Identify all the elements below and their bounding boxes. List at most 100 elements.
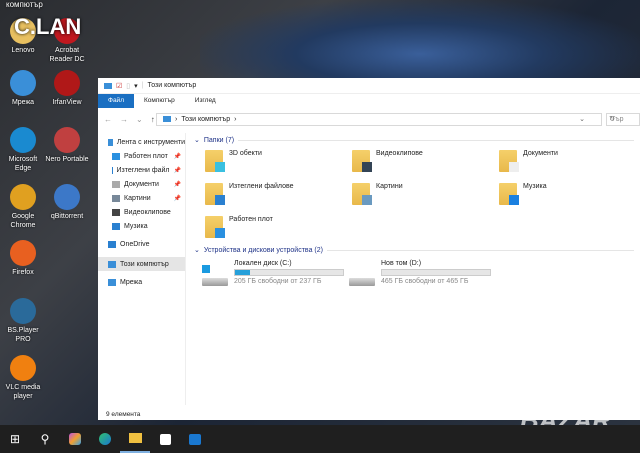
desktop-icon-label: IrfanView	[52, 99, 82, 106]
desktop-icon[interactable]: IrfanView	[44, 70, 90, 107]
taskbar: ⊞ ⚲	[0, 425, 640, 453]
tab-file[interactable]: Файл	[98, 94, 134, 108]
outlook-button[interactable]	[180, 425, 210, 453]
folder-item[interactable]: Видеоклипове	[352, 150, 423, 172]
nav-icon	[108, 138, 113, 146]
folder-icon	[205, 216, 225, 238]
desktop-icon[interactable]: BS.Player PRO	[0, 298, 46, 344]
pin-icon[interactable]: 📌	[174, 167, 181, 174]
folder-icon	[205, 150, 225, 172]
folder-item[interactable]: Картини	[352, 183, 403, 205]
desktop-icon[interactable]: Мрежа	[0, 70, 46, 107]
nav-item[interactable]: Музика	[98, 219, 185, 233]
recent-icon[interactable]: ⌄	[136, 115, 143, 124]
back-icon[interactable]: ←	[104, 115, 112, 124]
pin-icon[interactable]: 📌	[174, 153, 181, 160]
tab-computer[interactable]: Компютър	[134, 94, 185, 108]
new-folder-icon[interactable]: ▯	[126, 82, 130, 90]
desktop-icon-label: qBittorrent	[50, 213, 84, 220]
forward-icon[interactable]: →	[120, 115, 128, 124]
drive-icon	[202, 265, 228, 286]
nav-icon	[108, 278, 116, 286]
file-explorer-window: ☑ ▯ ▾ | Този компютър Файл Компютър Изгл…	[98, 78, 640, 420]
folder-icon	[499, 150, 519, 172]
up-icon[interactable]: ↑	[151, 115, 155, 124]
desktop-icon[interactable]: Firefox	[0, 240, 46, 277]
file-explorer-button[interactable]	[120, 425, 150, 453]
nav-item[interactable]: Видеоклипове	[98, 205, 185, 219]
breadcrumb[interactable]: Този компютър	[181, 116, 230, 123]
folder-icon	[499, 183, 519, 205]
drive-item[interactable]: Нов том (D:) 465 ГБ свободни от 465 ГБ	[349, 260, 491, 286]
folder-item[interactable]: Изтеглени файлове	[205, 183, 294, 205]
search-button[interactable]: ⚲	[30, 425, 60, 453]
app-icon	[10, 184, 36, 210]
search-icon: ⚲	[40, 432, 50, 446]
desktop-icon-label: Мрежа	[11, 99, 35, 106]
nav-item[interactable]: Мрежа	[98, 275, 185, 289]
ribbon-tabs: Файл Компютър Изглед	[98, 94, 640, 108]
desktop-icon-label: Firefox	[12, 269, 34, 276]
desktop-icon-label: Lenovo	[11, 47, 35, 54]
content-area: ⌄ Папки (7) 3D обекти Видеоклипове Документ…	[188, 133, 640, 405]
navigation-pane: Лента с инструменти Работен плот 📌 Изтеглен…	[98, 133, 186, 405]
nav-item[interactable]: Изтеглени файл 📌	[98, 163, 185, 177]
folder-item[interactable]: Документи	[499, 150, 558, 172]
app-icon	[10, 298, 36, 324]
drive-item[interactable]: Локален диск (C:) 205 ГБ свободни от 237 …	[202, 260, 344, 286]
desktop-icon[interactable]: Google Chrome	[0, 184, 46, 230]
folder-icon	[352, 183, 372, 205]
start-button[interactable]: ⊞	[0, 425, 30, 453]
desktop-icon-label: Microsoft Edge	[8, 156, 38, 172]
pin-icon[interactable]: 📌	[174, 195, 181, 202]
nav-icon	[108, 260, 116, 268]
nav-item[interactable]: OneDrive	[98, 237, 185, 251]
app-icon	[54, 184, 80, 210]
app-icon	[54, 70, 80, 96]
edge-button[interactable]	[90, 425, 120, 453]
nav-item[interactable]: Лента с инструменти	[98, 135, 185, 149]
nav-item[interactable]: Работен плот 📌	[98, 149, 185, 163]
nav-item[interactable]: Картини 📌	[98, 191, 185, 205]
folder-item[interactable]: Работен плот	[205, 216, 273, 238]
tab-view[interactable]: Изглед	[185, 94, 226, 108]
chevron-down-icon[interactable]: ▾	[134, 82, 138, 90]
desktop-icon[interactable]: Nero Portable	[44, 127, 90, 164]
chevron-down-icon[interactable]: ⌄	[579, 115, 585, 123]
app-icon	[10, 70, 36, 96]
desktop-icon[interactable]: Microsoft Edge	[0, 127, 46, 173]
store-button[interactable]	[150, 425, 180, 453]
desktop-label: компютър	[6, 0, 43, 9]
window-title: Този компютър	[147, 82, 197, 89]
folder-item[interactable]: Музика	[499, 183, 547, 205]
folders-header[interactable]: ⌄ Папки (7)	[194, 136, 634, 145]
title-bar: ☑ ▯ ▾ | Този компютър	[98, 78, 640, 94]
app-icon	[10, 127, 36, 153]
nav-icon	[112, 222, 120, 230]
copilot-button[interactable]	[60, 425, 90, 453]
overlay-text: C.LAN	[14, 14, 82, 39]
drive-usage-bar	[381, 269, 491, 276]
pin-icon[interactable]: 📌	[174, 181, 181, 188]
search-input[interactable]: Тър	[606, 112, 640, 126]
folder-icon	[128, 433, 142, 443]
nav-icon	[112, 166, 113, 174]
copilot-icon	[69, 433, 81, 445]
drive-usage-bar	[234, 269, 344, 276]
nav-icon	[108, 240, 116, 248]
nav-item[interactable]: Този компютър	[98, 257, 185, 271]
app-icon	[10, 355, 36, 381]
nav-icon	[112, 194, 120, 202]
desktop-icon-label: Google Chrome	[10, 213, 36, 229]
desktop-icon-label: BS.Player PRO	[7, 327, 39, 343]
properties-icon[interactable]: ☑	[116, 82, 122, 90]
status-bar: 9 елемента	[106, 411, 141, 418]
desktop-icon[interactable]: qBittorrent	[44, 184, 90, 221]
desktop-icon[interactable]: VLC media player	[0, 355, 46, 401]
folder-icon	[352, 150, 372, 172]
folder-item[interactable]: 3D обекти	[205, 150, 262, 172]
edge-icon	[99, 433, 111, 445]
nav-item[interactable]: Документи 📌	[98, 177, 185, 191]
drives-header[interactable]: ⌄ Устройства и дискови устройства (2)	[194, 246, 634, 255]
address-bar[interactable]: › Този компютър › ⌄ ↻	[156, 112, 615, 126]
